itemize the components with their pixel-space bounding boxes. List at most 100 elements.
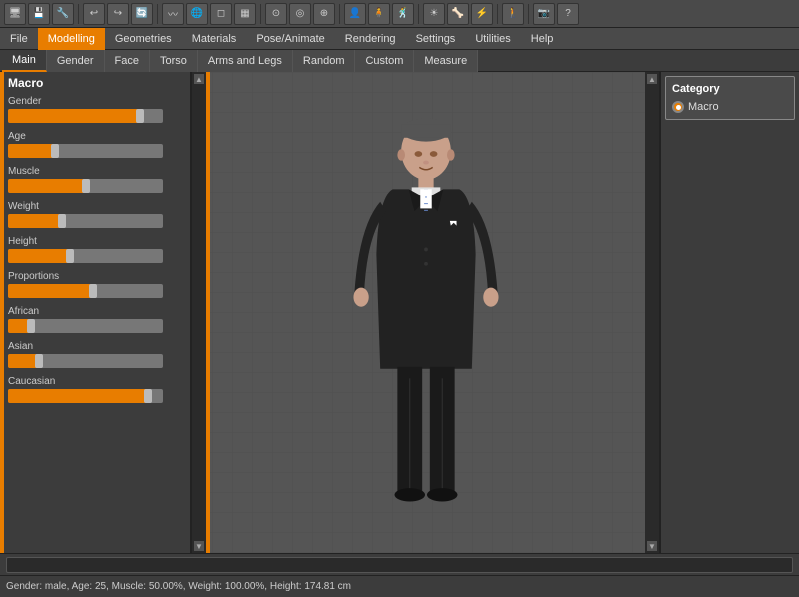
tab-face[interactable]: Face bbox=[105, 50, 150, 72]
slider-label-proportions: Proportions bbox=[8, 271, 186, 282]
slider-track-height[interactable] bbox=[8, 249, 163, 263]
macro-radio-option[interactable]: Macro bbox=[672, 101, 788, 113]
command-input[interactable] bbox=[6, 557, 793, 573]
slider-label-gender: Gender bbox=[8, 96, 186, 107]
tab-custom[interactable]: Custom bbox=[355, 50, 414, 72]
slider-group-gender: Gender bbox=[8, 96, 186, 123]
undo-icon[interactable]: ↩ bbox=[83, 3, 105, 25]
tab-gender[interactable]: Gender bbox=[47, 50, 105, 72]
viewport[interactable]: ▲ ▼ ▲ ▼ bbox=[192, 72, 659, 553]
menu-help[interactable]: Help bbox=[521, 28, 564, 50]
nav-up[interactable]: ▲ bbox=[194, 74, 204, 84]
light-icon[interactable]: ☀ bbox=[423, 3, 445, 25]
tab-torso[interactable]: Torso bbox=[150, 50, 198, 72]
nav-right-down[interactable]: ▼ bbox=[647, 541, 657, 551]
figure-container bbox=[296, 101, 556, 524]
slider-thumb-caucasian[interactable] bbox=[144, 389, 152, 403]
radio-dot bbox=[672, 101, 684, 113]
bone2-icon[interactable]: ⚡ bbox=[471, 3, 493, 25]
nav-down[interactable]: ▼ bbox=[194, 541, 204, 551]
viewport-left-strip bbox=[206, 72, 210, 553]
panel-title: Macro bbox=[8, 76, 186, 90]
slider-track-weight[interactable] bbox=[8, 214, 163, 228]
separator bbox=[260, 4, 261, 24]
slider-thumb-age[interactable] bbox=[51, 144, 59, 158]
right-panel: Category Macro bbox=[659, 72, 799, 553]
menu-utilities[interactable]: Utilities bbox=[465, 28, 520, 50]
slider-track-african[interactable] bbox=[8, 319, 163, 333]
slider-label-weight: Weight bbox=[8, 201, 186, 212]
menu-pose-animate[interactable]: Pose/Animate bbox=[246, 28, 334, 50]
prefs-icon[interactable]: 🔧 bbox=[52, 3, 74, 25]
tab-random[interactable]: Random bbox=[293, 50, 356, 72]
slider-track-caucasian[interactable] bbox=[8, 389, 163, 403]
slider-label-height: Height bbox=[8, 236, 186, 247]
slider-fill-muscle bbox=[8, 179, 86, 193]
body-icon[interactable]: 🧍 bbox=[368, 3, 390, 25]
tab-measure[interactable]: Measure bbox=[414, 50, 478, 72]
slider-label-age: Age bbox=[8, 131, 186, 142]
figure-icon[interactable]: 🚶 bbox=[502, 3, 524, 25]
slider-group-asian: Asian bbox=[8, 341, 186, 368]
separator bbox=[78, 4, 79, 24]
circle1-icon[interactable]: ⊙ bbox=[265, 3, 287, 25]
slider-fill-height bbox=[8, 249, 70, 263]
slider-label-muscle: Muscle bbox=[8, 166, 186, 177]
grid-icon[interactable]: ◻ bbox=[210, 3, 232, 25]
slider-fill-caucasian bbox=[8, 389, 148, 403]
new-icon[interactable]: 🖥 bbox=[4, 3, 26, 25]
slider-thumb-height[interactable] bbox=[66, 249, 74, 263]
camera-icon[interactable]: 📷 bbox=[533, 3, 555, 25]
curve-icon[interactable]: 〰 bbox=[162, 3, 184, 25]
slider-group-proportions: Proportions bbox=[8, 271, 186, 298]
menu-modelling[interactable]: Modelling bbox=[38, 28, 105, 50]
sliders-container: Gender Age Muscle Weight Height Proportions Af… bbox=[4, 96, 186, 403]
macro-radio-label: Macro bbox=[688, 101, 719, 113]
slider-thumb-asian[interactable] bbox=[35, 354, 43, 368]
slider-label-african: African bbox=[8, 306, 186, 317]
separator bbox=[528, 4, 529, 24]
slider-fill-weight bbox=[8, 214, 62, 228]
slider-thumb-proportions[interactable] bbox=[89, 284, 97, 298]
head-icon[interactable]: 👤 bbox=[344, 3, 366, 25]
tab-main[interactable]: Main bbox=[2, 50, 47, 72]
slider-thumb-african[interactable] bbox=[27, 319, 35, 333]
left-panel: Macro Gender Age Muscle Weight Height Proport… bbox=[0, 72, 192, 553]
menu-file[interactable]: File bbox=[0, 28, 38, 50]
figure-svg bbox=[296, 101, 556, 521]
slider-group-caucasian: Caucasian bbox=[8, 376, 186, 403]
help-icon[interactable]: ? bbox=[557, 3, 579, 25]
slider-track-asian[interactable] bbox=[8, 354, 163, 368]
slider-track-gender[interactable] bbox=[8, 109, 163, 123]
slider-label-caucasian: Caucasian bbox=[8, 376, 186, 387]
checker-icon[interactable]: ▦ bbox=[234, 3, 256, 25]
slider-fill-age bbox=[8, 144, 55, 158]
save-icon[interactable]: 💾 bbox=[28, 3, 50, 25]
bone1-icon[interactable]: 🦴 bbox=[447, 3, 469, 25]
refresh-icon[interactable]: 🔄 bbox=[131, 3, 153, 25]
circle2-icon[interactable]: ◎ bbox=[289, 3, 311, 25]
slider-label-asian: Asian bbox=[8, 341, 186, 352]
menu-rendering[interactable]: Rendering bbox=[335, 28, 406, 50]
main-area: Macro Gender Age Muscle Weight Height Proport… bbox=[0, 72, 799, 553]
slider-track-age[interactable] bbox=[8, 144, 163, 158]
slider-thumb-weight[interactable] bbox=[58, 214, 66, 228]
globe-icon[interactable]: 🌐 bbox=[186, 3, 208, 25]
radio-dot-inner bbox=[676, 105, 681, 110]
menu-geometries[interactable]: Geometries bbox=[105, 28, 182, 50]
menu-settings[interactable]: Settings bbox=[406, 28, 466, 50]
tab-arms-legs[interactable]: Arms and Legs bbox=[198, 50, 293, 72]
slider-track-proportions[interactable] bbox=[8, 284, 163, 298]
separator bbox=[339, 4, 340, 24]
circle3-icon[interactable]: ⊕ bbox=[313, 3, 335, 25]
slider-track-muscle[interactable] bbox=[8, 179, 163, 193]
slider-thumb-gender[interactable] bbox=[136, 109, 144, 123]
nav-right-up[interactable]: ▲ bbox=[647, 74, 657, 84]
slider-group-age: Age bbox=[8, 131, 186, 158]
slider-group-african: African bbox=[8, 306, 186, 333]
pose-icon[interactable]: 🕺 bbox=[392, 3, 414, 25]
toolbar: 🖥 💾 🔧 ↩ ↪ 🔄 〰 🌐 ◻ ▦ ⊙ ◎ ⊕ 👤 🧍 🕺 ☀ 🦴 ⚡ 🚶 … bbox=[0, 0, 799, 28]
slider-thumb-muscle[interactable] bbox=[82, 179, 90, 193]
menu-materials[interactable]: Materials bbox=[182, 28, 247, 50]
redo-icon[interactable]: ↪ bbox=[107, 3, 129, 25]
